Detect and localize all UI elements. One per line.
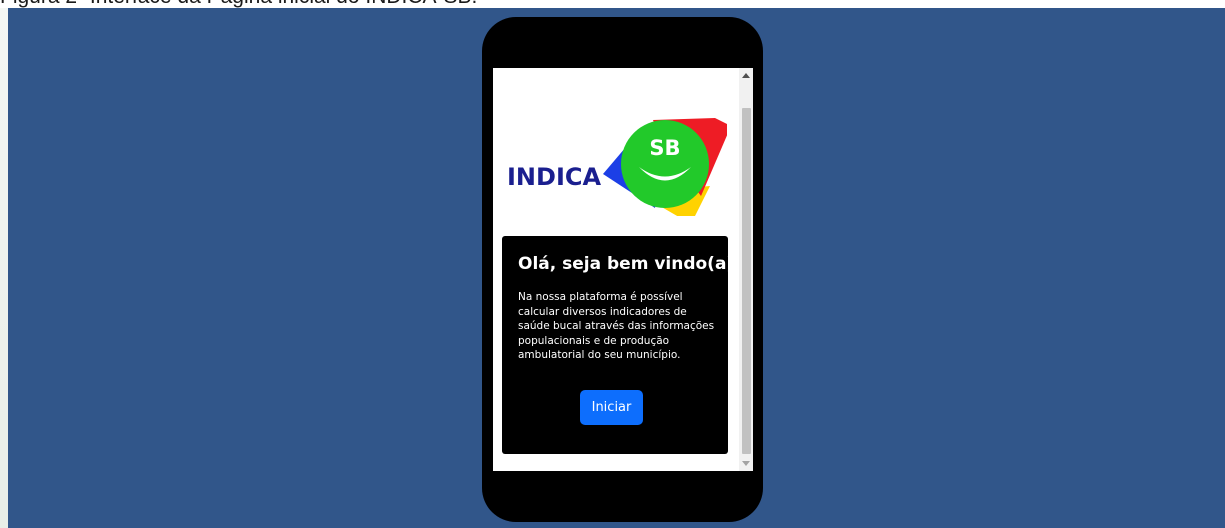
welcome-card: Olá, seja bem vindo(a) Na nossa platafor… bbox=[502, 236, 734, 454]
scroll-up-arrow-icon[interactable] bbox=[742, 73, 750, 78]
welcome-description: Na nossa plataforma é possível calcular … bbox=[518, 291, 715, 361]
start-button[interactable]: Iniciar bbox=[580, 390, 643, 425]
scroll-thumb[interactable] bbox=[742, 108, 751, 454]
scroll-down-arrow-icon[interactable] bbox=[742, 461, 750, 466]
indica-sb-logo: SB INDICA bbox=[507, 118, 727, 216]
logo-badge-text: SB bbox=[649, 136, 680, 160]
logo-wordmark: INDICA bbox=[507, 163, 601, 191]
page-edge bbox=[0, 8, 8, 528]
welcome-title: Olá, seja bem vindo(a) bbox=[518, 254, 735, 274]
figure-caption: Figura 2- Interface da Página inicial do… bbox=[0, 0, 1225, 8]
vertical-scrollbar[interactable] bbox=[739, 68, 753, 471]
logo-green-badge bbox=[621, 120, 709, 208]
phone-frame: SB INDICA Olá, seja bem vindo(a) Na noss… bbox=[482, 17, 763, 522]
phone-screen: SB INDICA Olá, seja bem vindo(a) Na noss… bbox=[493, 68, 753, 471]
